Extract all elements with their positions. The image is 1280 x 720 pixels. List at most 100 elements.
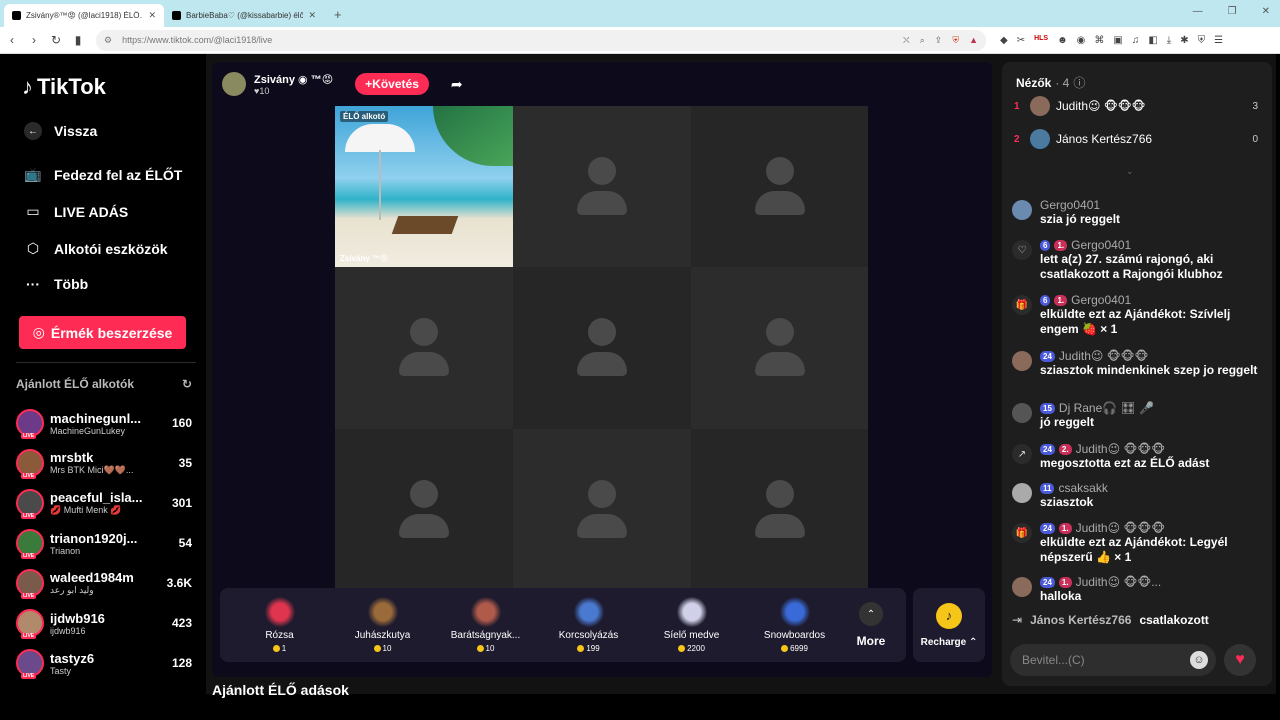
minimize-icon[interactable]: —: [1193, 6, 1203, 17]
creator-viewer-count: 301: [171, 496, 192, 510]
guest-slot[interactable]: [335, 429, 513, 590]
creator-avatar: LIVE: [16, 489, 44, 519]
recharge-button[interactable]: ♪ Recharge ⌃: [913, 588, 985, 662]
recommended-creator[interactable]: LIVE machinegunl... MachineGunLukey 160: [16, 406, 192, 440]
extension-icon[interactable]: ◉: [1077, 35, 1086, 46]
sidebar-item-back[interactable]: ← Vissza: [24, 122, 97, 140]
chat-user-avatar[interactable]: [1012, 200, 1032, 220]
like-heart-button[interactable]: ♥: [1224, 644, 1256, 676]
viewer-row[interactable]: 1 Judith😉 🐵🐵🐵 3: [1014, 96, 1258, 116]
guest-slot[interactable]: [691, 106, 868, 267]
downloads-icon[interactable]: ⤓: [1167, 35, 1171, 46]
recommended-creator[interactable]: LIVE tastyz6 Tasty 128: [16, 646, 192, 680]
guest-slot[interactable]: [691, 267, 868, 429]
sidebar-item-explore-live[interactable]: 📺 Fedezd fel az ÉLŐT: [24, 166, 182, 183]
site-info-icon[interactable]: ⚙: [104, 35, 112, 46]
follow-button[interactable]: +Követés: [355, 73, 429, 95]
menu-icon[interactable]: ☰: [1214, 35, 1223, 46]
sidebar-item-creator-tools[interactable]: ⬡ Alkotói eszközök: [24, 240, 168, 257]
chat-username[interactable]: Judith😉 🐵🐵...: [1076, 575, 1162, 589]
more-gifts-button[interactable]: ⌃ More: [846, 602, 896, 648]
help-icon[interactable]: ⓘ: [1073, 74, 1085, 91]
close-window-icon[interactable]: ✕: [1262, 6, 1270, 17]
chat-username[interactable]: Gergo0401: [1071, 238, 1131, 252]
gift-item[interactable]: Korcsolyázás 199: [537, 597, 640, 653]
viewers-label: Nézők: [1016, 75, 1052, 90]
refresh-icon[interactable]: ↻: [182, 377, 192, 391]
new-tab-icon[interactable]: +: [334, 7, 342, 22]
translate-icon[interactable]: ⛌: [903, 35, 910, 46]
emoji-icon[interactable]: ☺: [1190, 651, 1208, 669]
chat-username[interactable]: csaksakk: [1058, 481, 1107, 495]
chat-user-avatar[interactable]: [1012, 577, 1032, 597]
chat-user-avatar[interactable]: [1012, 351, 1032, 371]
chat-username[interactable]: Judith😉 🐵🐵🐵: [1059, 349, 1149, 363]
extension-icon[interactable]: ◆: [1000, 35, 1008, 46]
chat-username[interactable]: Dj Rane🎧 🎛 🎤: [1059, 401, 1154, 415]
puzzle-icon[interactable]: ✱: [1180, 35, 1188, 46]
guest-slot[interactable]: [513, 106, 691, 267]
gift-item[interactable]: Barátságnyak... 10: [434, 597, 537, 653]
recommended-creator[interactable]: LIVE waleed1984m وليد ابو رعد 3.6K: [16, 566, 192, 600]
recommended-creator[interactable]: LIVE ijdwb916 ijdwb916 423: [16, 606, 192, 640]
extension-icon[interactable]: ☻: [1057, 35, 1068, 46]
chat-input[interactable]: Bevitel...(C) ☺: [1010, 644, 1216, 676]
guest-slot[interactable]: [335, 267, 513, 429]
palm-leaf: [433, 106, 513, 166]
extension-icon[interactable]: ▣: [1113, 35, 1122, 46]
chat-user-avatar[interactable]: [1012, 403, 1032, 423]
gift-item[interactable]: Rózsa 1: [228, 597, 331, 653]
creator-avatar: LIVE: [16, 569, 44, 599]
host-video-tile[interactable]: ÉLŐ alkotó Zsivány ™😡: [335, 106, 513, 267]
live-badge: LIVE: [21, 513, 37, 519]
guest-slot[interactable]: [513, 429, 691, 590]
host-name[interactable]: Zsivány ◉ ™😡: [254, 73, 333, 86]
browser-tab-1[interactable]: Zsivány®™😡 (@laci1918) ÉLŐ… ✕: [4, 4, 164, 27]
zoom-icon[interactable]: ⌕: [920, 35, 925, 46]
share-page-icon[interactable]: ⇪: [935, 35, 943, 46]
vpn-icon[interactable]: ⛨: [1198, 35, 1206, 46]
guest-slot[interactable]: [513, 267, 691, 429]
chevron-down-icon[interactable]: ⌄: [1126, 166, 1134, 177]
close-tab-icon[interactable]: ✕: [308, 10, 316, 21]
gift-item[interactable]: Juhászkutya 10: [331, 597, 434, 653]
guest-slot[interactable]: [691, 429, 868, 590]
recommended-creator[interactable]: LIVE trianon1920j... Trianon 54: [16, 526, 192, 560]
music-icon[interactable]: ♫: [1132, 35, 1140, 46]
alert-icon[interactable]: ▲: [969, 35, 978, 46]
recommended-creator[interactable]: LIVE peaceful_isla... 💋 Mufti Menk 💋 301: [16, 486, 192, 520]
extension-icon[interactable]: HLS: [1034, 35, 1048, 46]
close-tab-icon[interactable]: ✕: [148, 10, 156, 21]
url-field[interactable]: ⚙ https://www.tiktok.com/@laci1918/live …: [96, 29, 986, 51]
recommended-creator[interactable]: LIVE mrsbtk Mrs BTK Mici🤎🤎... 35: [16, 446, 192, 480]
restore-icon[interactable]: ❐: [1228, 6, 1237, 17]
extension-icon[interactable]: ⌘: [1094, 35, 1104, 46]
more-dots-icon: ···: [26, 276, 40, 292]
sidebar-toggle-icon[interactable]: ◧: [1148, 35, 1157, 46]
sidebar-item-go-live[interactable]: ▭ LIVE ADÁS: [24, 203, 128, 220]
bookmark-icon[interactable]: ▮: [68, 33, 88, 47]
gift-item[interactable]: Snowboardos 6999: [743, 597, 846, 653]
extension-icon[interactable]: ✂: [1017, 35, 1025, 46]
back-icon[interactable]: ‹: [2, 33, 22, 47]
browser-tab-2[interactable]: BarbieBaba♡ (@kissabarbie) élő… ✕: [164, 4, 324, 27]
chat-username[interactable]: Gergo0401: [1071, 293, 1131, 307]
join-user[interactable]: János Kertész766: [1030, 613, 1131, 627]
viewer-row[interactable]: 2 János Kertész766 0: [1014, 129, 1258, 149]
forward-icon[interactable]: ›: [24, 33, 44, 47]
tiktok-logo[interactable]: ♪ TikTok: [22, 74, 106, 100]
chat-user-avatar[interactable]: [1012, 483, 1032, 503]
umbrella: [345, 124, 415, 152]
chat-username[interactable]: Judith😉 🐵🐵🐵: [1076, 521, 1166, 535]
reload-icon[interactable]: ↻: [46, 33, 66, 47]
shield-icon[interactable]: ⛨: [952, 35, 959, 46]
sidebar-item-more[interactable]: ··· Több: [24, 276, 88, 292]
level-badge: 24: [1040, 443, 1055, 455]
share-icon[interactable]: ➦: [451, 76, 463, 93]
chat-username[interactable]: Gergo0401: [1040, 198, 1100, 212]
chat-username[interactable]: Judith😉 🐵🐵🐵: [1076, 442, 1166, 456]
gift-image-icon: [779, 597, 810, 627]
get-coins-button[interactable]: ◎ Érmék beszerzése: [19, 316, 186, 349]
host-avatar[interactable]: [222, 72, 246, 96]
gift-item[interactable]: Síelő medve 2200: [640, 597, 743, 653]
